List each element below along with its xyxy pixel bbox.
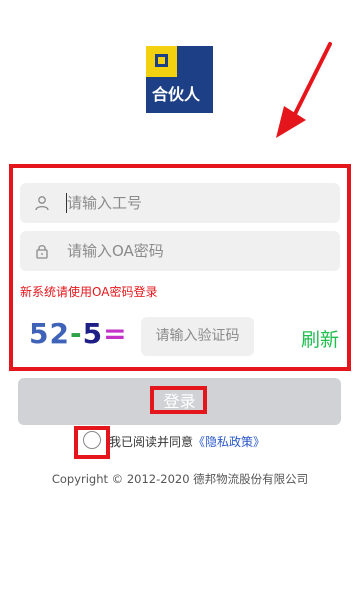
refresh-captcha-button[interactable]: 刷新 (301, 325, 339, 352)
login-hint-text: 新系统请使用OA密码登录 (20, 285, 158, 299)
user-icon (35, 196, 49, 211)
password-placeholder: 请输入OA密码 (67, 242, 164, 260)
employee-id-placeholder: 请输入工号 (67, 194, 143, 212)
logo-text: 合伙人 (152, 85, 201, 104)
captcha-part2: 5 (82, 317, 104, 350)
logo-mark-inner (158, 57, 165, 64)
annotation-arrow-icon (276, 42, 332, 138)
captcha-operator: - (69, 317, 83, 350)
login-highlight-box (150, 386, 207, 414)
captcha-part1: 52 (29, 317, 70, 350)
agreement-label: 我已阅读并同意 (109, 435, 194, 449)
employee-id-field[interactable]: 请输入工号 (20, 183, 340, 223)
agree-checkbox[interactable] (83, 431, 101, 449)
agreement-text: 我已阅读并同意《隐私政策》 (109, 433, 265, 450)
captcha-input[interactable]: 请输入验证码 (141, 317, 254, 356)
app-logo: 合伙人 (146, 46, 213, 113)
password-field[interactable]: 请输入OA密码 (20, 231, 340, 271)
captcha-image[interactable]: 52-5= (29, 317, 128, 350)
privacy-policy-link[interactable]: 《隐私政策》 (193, 435, 265, 449)
captcha-equals: = (103, 317, 128, 350)
copyright-text: Copyright © 2012-2020 德邦物流股份有限公司 (51, 472, 309, 486)
lock-icon (36, 245, 48, 259)
